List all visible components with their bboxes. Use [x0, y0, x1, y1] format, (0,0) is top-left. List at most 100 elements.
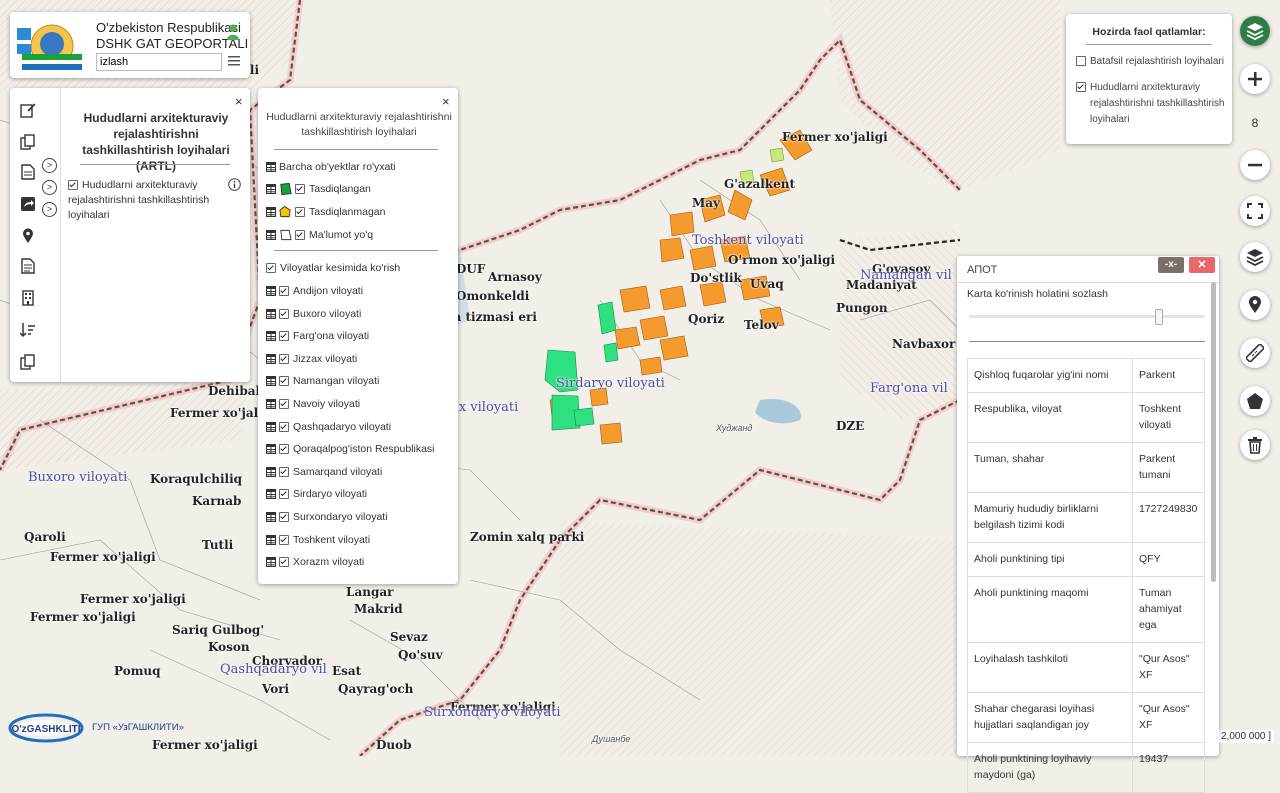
- artl-close-button[interactable]: ×: [235, 94, 243, 109]
- active-layer-item[interactable]: Hududlarni arxitekturaviy rejalashtirish…: [1076, 80, 1230, 128]
- table-icon[interactable]: [266, 230, 276, 240]
- table-icon[interactable]: [266, 207, 276, 217]
- by-region-checkbox[interactable]: [266, 263, 276, 273]
- region-row[interactable]: Navoiy viloyati: [266, 395, 360, 413]
- zoom-out-button[interactable]: [1240, 150, 1270, 180]
- table-icon[interactable]: [266, 466, 276, 477]
- place-label: Koson: [208, 640, 250, 654]
- status-checkbox[interactable]: [295, 207, 305, 217]
- region-row[interactable]: Qashqadaryo viloyati: [266, 418, 391, 436]
- region-checkbox[interactable]: [279, 489, 289, 500]
- info-icon[interactable]: [228, 178, 241, 191]
- table-icon[interactable]: [266, 162, 276, 172]
- region-checkbox[interactable]: [279, 308, 289, 319]
- place-label: Vori: [262, 682, 290, 696]
- region-row[interactable]: Qoraqalpog'iston Respublikasi: [266, 440, 435, 458]
- status-row[interactable]: Tasdiqlanmagan: [266, 203, 385, 221]
- place-label: O'rmon xo'jaligi: [728, 253, 836, 267]
- expand-arrow-2[interactable]: >: [42, 180, 57, 195]
- by-region-row[interactable]: Viloyatlar kesimida ko'rish: [266, 259, 400, 277]
- active-layer-label: Hududlarni arxitekturaviy rejalashtirish…: [1090, 82, 1225, 125]
- table-icon[interactable]: [266, 286, 276, 296]
- legend-close-button[interactable]: ×: [442, 94, 450, 109]
- region-checkbox[interactable]: [279, 376, 289, 387]
- measure-button[interactable]: [1240, 338, 1270, 368]
- region-row[interactable]: Xorazm viloyati: [266, 553, 364, 571]
- opacity-slider-track[interactable]: [969, 315, 1205, 318]
- artl-layer-item[interactable]: Hududlarni arxitekturaviy rejalashtirish…: [68, 178, 218, 223]
- all-objects-row[interactable]: Barcha ob'yektlar ro'yxati: [266, 158, 396, 176]
- building-icon[interactable]: [18, 288, 38, 308]
- basemap-button[interactable]: [1240, 242, 1270, 272]
- status-row[interactable]: Ma'lumot yo'q: [266, 226, 373, 244]
- region-checkbox[interactable]: [279, 399, 289, 409]
- user-icon[interactable]: [226, 24, 240, 40]
- region-row[interactable]: Jizzax viloyati: [266, 350, 357, 368]
- table-icon[interactable]: [266, 399, 276, 409]
- search-input[interactable]: [96, 53, 222, 71]
- zoom-in-button[interactable]: [1240, 64, 1270, 94]
- file-list-icon[interactable]: [18, 256, 38, 276]
- region-checkbox[interactable]: [279, 557, 289, 568]
- table-icon[interactable]: [266, 184, 276, 194]
- map-pin-icon: [1249, 296, 1261, 313]
- region-row[interactable]: Namangan viloyati: [266, 372, 379, 390]
- region-checkbox[interactable]: [279, 444, 289, 455]
- scrollbar[interactable]: [1211, 282, 1216, 582]
- region-checkbox[interactable]: [279, 286, 289, 296]
- place-label: Fermer xo'jaligi: [30, 610, 136, 624]
- layers-button[interactable]: [1240, 16, 1270, 46]
- close-button[interactable]: ✕: [1189, 257, 1215, 273]
- fullscreen-button[interactable]: [1240, 196, 1270, 226]
- region-row[interactable]: Farg'ona viloyati: [266, 327, 369, 345]
- region-row[interactable]: Samarqand viloyati: [266, 463, 382, 481]
- region-row[interactable]: Surxondaryo viloyati: [266, 508, 388, 526]
- place-label: Zomin xalq parki: [470, 530, 585, 544]
- table-icon[interactable]: [266, 376, 276, 387]
- region-checkbox[interactable]: [279, 512, 289, 522]
- region-checkbox[interactable]: [279, 331, 289, 342]
- table-icon[interactable]: [266, 308, 276, 319]
- delete-button[interactable]: [1240, 430, 1270, 460]
- active-layer-checkbox[interactable]: [1076, 82, 1086, 93]
- table-icon[interactable]: [266, 421, 276, 432]
- artl-layer-checkbox[interactable]: [68, 180, 78, 191]
- table-icon[interactable]: [266, 512, 276, 522]
- region-checkbox[interactable]: [279, 534, 289, 545]
- expand-arrow-1[interactable]: >: [42, 158, 57, 173]
- hamburger-menu-icon[interactable]: [228, 54, 240, 68]
- region-row[interactable]: Toshkent viloyati: [266, 531, 370, 549]
- place-label: G'azalkent: [724, 177, 796, 191]
- region-checkbox[interactable]: [279, 466, 289, 477]
- status-row[interactable]: Tasdiqlangan: [266, 180, 371, 198]
- marker-button[interactable]: [1240, 290, 1270, 320]
- edit-icon[interactable]: [18, 100, 38, 120]
- expand-arrow-3[interactable]: >: [42, 202, 57, 217]
- active-layer-checkbox[interactable]: [1076, 56, 1086, 67]
- duplicate-icon[interactable]: [18, 352, 38, 372]
- table-icon[interactable]: [266, 489, 276, 500]
- copy-icon[interactable]: [18, 132, 38, 152]
- legend-title: Hududlarni arxitekturaviy rejalashtirish…: [266, 111, 452, 138]
- polygon-button[interactable]: [1240, 386, 1270, 416]
- active-layer-item[interactable]: Batafsil rejalashtirish loyihalari: [1076, 54, 1226, 70]
- region-row[interactable]: Sirdaryo viloyati: [266, 485, 367, 503]
- region-row[interactable]: Buxoro viloyati: [266, 305, 361, 323]
- table-icon[interactable]: [266, 353, 276, 364]
- table-icon[interactable]: [266, 444, 276, 455]
- status-checkbox[interactable]: [295, 230, 305, 240]
- region-checkbox[interactable]: [279, 421, 289, 432]
- region-checkbox[interactable]: [279, 353, 289, 364]
- table-icon[interactable]: [266, 534, 276, 545]
- status-label: Tasdiqlangan: [309, 183, 371, 195]
- location-pin-icon[interactable]: [18, 226, 38, 246]
- opacity-slider-thumb[interactable]: [1154, 309, 1163, 325]
- sort-icon[interactable]: [18, 320, 38, 340]
- table-icon[interactable]: [266, 557, 276, 568]
- minimize-button[interactable]: -x-: [1158, 257, 1184, 273]
- share-icon[interactable]: [18, 194, 38, 214]
- status-checkbox[interactable]: [295, 184, 305, 194]
- document-icon[interactable]: [18, 162, 38, 182]
- table-icon[interactable]: [266, 331, 276, 342]
- region-row[interactable]: Andijon viloyati: [266, 282, 363, 300]
